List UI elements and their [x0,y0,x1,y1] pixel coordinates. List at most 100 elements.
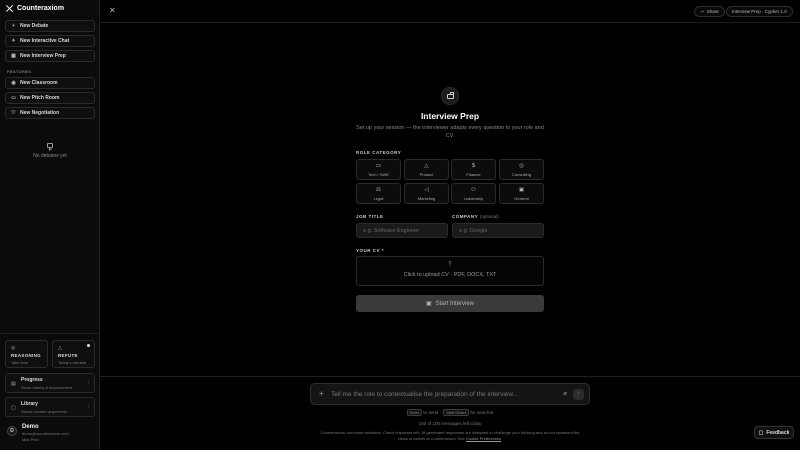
arrow-up-icon: ↑ [577,391,580,397]
upload-icon: ⤒ [448,262,452,268]
chevron-right-icon: › [87,380,89,386]
disclaimer: Counteraxiom can make mistakes. Check im… [320,430,580,441]
progress-nav-card[interactable]: ▤ Progress Score history & improvement › [5,373,95,393]
users-icon: ⚇ [471,187,476,193]
user-profile[interactable]: D Demo demo@counteraxiom.com Max Plan [7,424,69,442]
refute-mode-card[interactable]: △ REFUTE Today's rebuttal [52,340,95,368]
new-interactive-chat-button[interactable]: ✦ New Interactive Chat [5,35,95,47]
progress-subtitle: Score history & improvement [21,385,73,390]
chevron-right-icon: › [87,404,89,410]
role-option-product[interactable]: △ Product [404,159,449,180]
role-option-marketing[interactable]: ◁ Marketing [404,183,449,204]
brain-icon: ◎ [11,345,16,351]
paperclip-icon[interactable]: ⌀ [563,390,567,397]
feedback-label: Feedback [766,429,790,436]
send-button[interactable]: ↑ [573,389,584,400]
avatar: D [7,426,17,436]
library-nav-card[interactable]: ▢ Library Saved counter-arguments › [5,397,95,417]
role-option-label: Marketing [417,196,436,201]
new-debate-button[interactable]: + New Debate [5,20,95,32]
main-content: Interview Prep Set up your session — the… [100,23,800,450]
eye-icon: ◉ [11,79,16,86]
role-option-finance[interactable]: $ Finance [451,159,496,180]
role-option-label: Finance [466,172,481,177]
reasoning-subtitle: Take time [11,360,29,365]
disclaimer-text: Counteraxiom can make mistakes. Check im… [320,430,580,441]
handshake-icon: ♡ [11,109,16,116]
cv-label: YOUR CV * [356,248,385,253]
dollar-icon: $ [471,163,476,169]
monitor-icon: ▭ [375,163,382,169]
briefcase-icon [441,87,459,105]
library-subtitle: Saved counter-arguments [21,409,68,414]
briefcase-icon: ▣ [425,301,432,307]
page-title: Interview Prep [420,111,480,121]
start-interview-button[interactable]: ▣ Start Interview [356,295,544,312]
model-selector[interactable]: Interview Prep · Cypher 1.0 [726,6,793,17]
new-interview-prep-button[interactable]: ▦ New Interview Prep [5,50,95,62]
company-input[interactable] [452,223,544,238]
cv-upload-dropzone[interactable]: ⤒ Click to upload CV · PDF, DOCX, TXT [356,256,544,286]
role-option-label: Product [419,172,434,177]
compass-icon: ◎ [519,163,524,169]
top-bar: ✕ ⇢ Share Interview Prep · Cypher 1.0 [100,0,800,23]
brand[interactable]: Counteraxiom [6,5,64,12]
role-option-label: General [514,196,529,201]
progress-title: Progress [21,377,43,383]
role-option-leadership[interactable]: ⚇ Leadership [451,183,496,204]
new-pitch-room-button[interactable]: ▭ New Pitch Room [5,92,95,104]
shift-enter-key: Shift+Enter [443,409,470,416]
shield-icon: △ [58,345,62,351]
role-option-label: Leadership [463,196,484,201]
role-option-label: Tech / SWE [368,172,389,177]
role-option-legal[interactable]: ⚖ Legal [356,183,401,204]
new-negotiation-button[interactable]: ♡ New Negotiation [5,107,95,119]
user-plan: Max Plan [22,437,39,442]
chart-icon: ▤ [11,381,16,387]
refute-title: REFUTE [58,353,78,358]
brand-name: Counteraxiom [17,5,65,12]
close-icon[interactable]: ✕ [109,6,116,15]
share-button[interactable]: ⇢ Share [694,6,725,17]
enter-key: Enter [406,409,423,416]
share-icon: ⇢ [700,8,704,14]
sparkle-icon: ✦ [11,37,16,44]
scale-icon: ⚖ [376,187,381,193]
role-option-label: Legal [373,196,384,201]
page-subtitle: Set up your session — the interviewer ad… [356,125,544,139]
empty-state-text: No debates yet [33,153,67,159]
role-option-consulting[interactable]: ◎ Consulting [499,159,544,180]
composer-placeholder[interactable]: Tell me the role to contextualise the pr… [331,391,518,398]
plus-icon[interactable]: + [319,389,324,398]
library-title: Library [21,401,38,407]
company-label-text: COMPANY [452,214,479,219]
job-title-label: JOB TITLE [356,214,384,219]
new-debate-label: New Debate [20,23,49,29]
sidebar-divider [0,333,100,334]
new-interview-prep-label: New Interview Prep [20,53,66,59]
features-section-label: FEATURES [7,69,32,74]
upload-text: Click to upload CV · PDF, DOCX, TXT [403,272,497,278]
job-title-input[interactable] [356,223,448,238]
company-label: COMPANY (optional) [452,214,499,219]
plus-icon: + [12,22,15,29]
megaphone-icon: ◁ [424,187,429,193]
feedback-button[interactable]: ▢ Feedback [754,426,794,439]
message-composer[interactable]: + Tell me the role to contextualise the … [310,383,590,405]
cookie-preferences-link[interactable]: Cookie Preferences [466,436,501,441]
reasoning-mode-card[interactable]: ◎ REASONING Take time [5,340,48,368]
role-option-tech-swe[interactable]: ▭ Tech / SWE [356,159,401,180]
model-label: Interview Prep · Cypher 1.0 [732,9,787,14]
presentation-icon: ▭ [11,94,16,101]
new-classroom-button[interactable]: ◉ New Classroom [5,77,95,89]
keyboard-hint: Enter to send Shift+Enter for new line [100,409,800,416]
hint-newline-text: for new line [470,410,494,415]
share-label: Share [706,9,719,14]
active-dot-icon [87,344,90,347]
new-pitch-room-label: New Pitch Room [20,95,60,101]
role-category-label: ROLE CATEGORY [356,150,402,155]
role-option-general[interactable]: ▣ General [499,183,544,204]
sidebar: Counteraxiom + New Debate ✦ New Interact… [0,0,100,450]
reasoning-title: REASONING [11,353,41,358]
logo-icon [6,5,13,12]
